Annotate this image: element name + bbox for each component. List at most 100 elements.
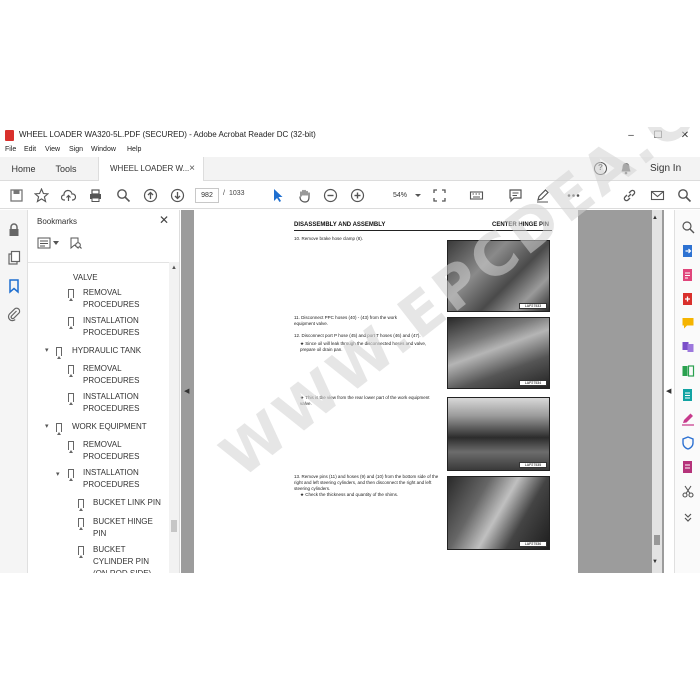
- collapse-right-panel-icon[interactable]: ◀: [666, 387, 671, 395]
- bookmark-icon: [68, 393, 74, 405]
- scan-ocr-icon[interactable]: [681, 388, 695, 402]
- expand-chevron-icon[interactable]: ▾: [56, 470, 60, 478]
- share-link-icon[interactable]: [622, 188, 637, 203]
- comment-icon[interactable]: [508, 188, 523, 203]
- bookmark-work-equipment[interactable]: WORK EQUIPMENT: [72, 421, 147, 433]
- select-cursor-icon[interactable]: [270, 188, 285, 203]
- menu-help[interactable]: Help: [127, 146, 141, 153]
- bookmark-removal-procedures[interactable]: REMOVAL PROCEDURES: [83, 363, 163, 387]
- page-scroll-up-icon[interactable]: ▲: [652, 215, 658, 221]
- tab-document[interactable]: WHEEL LOADER W... ×: [98, 157, 204, 181]
- hand-tool-icon[interactable]: [297, 188, 312, 203]
- expand-chevron-icon[interactable]: ▾: [45, 346, 49, 354]
- tab-bar: Home Tools WHEEL LOADER W... × ? Sign In: [0, 157, 700, 181]
- menu-sign[interactable]: Sign: [69, 146, 83, 153]
- menu-view[interactable]: View: [45, 146, 60, 153]
- bookmark-bucket-link-pin[interactable]: BUCKET LINK PIN: [93, 497, 168, 509]
- page-scroll-down-icon[interactable]: ▼: [652, 559, 658, 565]
- bookmark-bucket-cylinder-pin[interactable]: BUCKET CYLINDER PIN (ON ROD SIDE): [93, 544, 165, 573]
- lock-icon[interactable]: [6, 222, 22, 238]
- right-tools-rail: [674, 210, 700, 573]
- prepare-form-icon[interactable]: [681, 460, 695, 474]
- page-scroll-thumb[interactable]: [654, 535, 660, 545]
- step-13-note: ★ Check the thickness and quantity of th…: [300, 492, 399, 497]
- minimize-button[interactable]: –: [618, 128, 644, 143]
- bookmark-removal-procedures[interactable]: REMOVAL PROCEDURES: [83, 439, 163, 463]
- comment-tool-icon[interactable]: [681, 316, 695, 330]
- photo-code: LAP27533: [519, 303, 547, 309]
- email-icon[interactable]: [650, 188, 665, 203]
- attachments-paperclip-icon[interactable]: [6, 306, 22, 322]
- bookmarks-scrollbar[interactable]: ▲: [169, 262, 179, 573]
- bookmark-installation-procedures[interactable]: INSTALLATION PROCEDURES: [83, 315, 163, 339]
- step-12-view-note: ★ This is the view from the rear lower p…: [300, 395, 430, 406]
- bookmark-removal-procedures[interactable]: REMOVAL PROCEDURES: [83, 287, 163, 311]
- sign-in-link[interactable]: Sign In: [650, 163, 681, 174]
- highlight-pen-icon[interactable]: [535, 188, 550, 203]
- protect-shield-icon[interactable]: [681, 436, 695, 450]
- bookmarks-panel-icon[interactable]: [6, 278, 22, 294]
- main-toolbar: 982 / 1033 54%: [0, 182, 700, 209]
- bookmark-options-icon[interactable]: [37, 237, 51, 249]
- help-icon[interactable]: ?: [594, 162, 607, 175]
- create-pdf-icon[interactable]: [681, 292, 695, 306]
- bookmarks-panel: Bookmarks ✕ VALVE REMOVAL PROCEDURES INS…: [28, 210, 180, 573]
- fit-page-icon[interactable]: [432, 188, 447, 203]
- menu-window[interactable]: Window: [91, 146, 116, 153]
- save-icon[interactable]: [9, 188, 24, 203]
- bookmark-icon: [56, 423, 62, 435]
- close-window-button[interactable]: ✕: [672, 128, 698, 143]
- page-thumbnails-icon[interactable]: [6, 250, 22, 266]
- expand-tools-chevron-icon[interactable]: [681, 510, 695, 524]
- page-scrollbar[interactable]: [652, 210, 662, 573]
- zoom-level-select[interactable]: 54%: [380, 188, 420, 203]
- close-bookmarks-icon[interactable]: ✕: [159, 213, 169, 227]
- header-rule: [294, 230, 552, 231]
- photo-steering-cylinder-pins: LAP27536: [447, 476, 550, 550]
- tab-home[interactable]: Home: [0, 157, 47, 181]
- zoom-out-icon[interactable]: [323, 188, 338, 203]
- upload-cloud-icon[interactable]: [61, 188, 76, 203]
- bookmark-installation-procedures[interactable]: INSTALLATION PROCEDURES: [83, 391, 163, 415]
- bookmark-icon: [56, 347, 62, 359]
- more-tools-icon[interactable]: [566, 188, 581, 203]
- keyboard-icon[interactable]: [469, 188, 484, 203]
- organize-pages-icon[interactable]: [681, 364, 695, 378]
- close-tab-icon[interactable]: ×: [189, 157, 195, 181]
- bookmarks-scroll-thumb[interactable]: [171, 520, 177, 532]
- search-document-icon[interactable]: [677, 188, 692, 203]
- pdf-page: DISASSEMBLY AND ASSEMBLY CENTER HINGE PI…: [194, 210, 578, 573]
- edit-pdf-icon[interactable]: [681, 268, 695, 282]
- bookmark-bucket-hinge-pin[interactable]: BUCKET HINGE PIN: [93, 516, 165, 540]
- maximize-button[interactable]: ☐: [645, 128, 671, 143]
- menu-edit[interactable]: Edit: [24, 146, 36, 153]
- zoom-search-icon[interactable]: [116, 188, 131, 203]
- previous-page-icon[interactable]: [143, 188, 158, 203]
- page-number-input[interactable]: 982: [195, 188, 219, 203]
- notification-bell-icon[interactable]: [620, 162, 632, 175]
- zoom-dropdown-chevron-icon[interactable]: [415, 194, 421, 197]
- options-dropdown-chevron-icon[interactable]: [53, 241, 59, 246]
- tab-tools[interactable]: Tools: [47, 157, 85, 181]
- next-page-icon[interactable]: [170, 188, 185, 203]
- expand-chevron-icon[interactable]: ▾: [45, 422, 49, 430]
- enhance-scan-icon[interactable]: [681, 220, 695, 234]
- bookmark-valve[interactable]: VALVE: [73, 272, 98, 284]
- bookmark-hydraulic-tank[interactable]: HYDRAULIC TANK: [72, 345, 141, 357]
- bookmark-star-icon[interactable]: [34, 188, 49, 203]
- zoom-in-icon[interactable]: [350, 188, 365, 203]
- combine-files-icon[interactable]: [681, 340, 695, 354]
- scroll-up-arrow-icon[interactable]: ▲: [171, 265, 177, 271]
- collapse-left-panel-icon[interactable]: ◀: [184, 387, 189, 395]
- step-13-text: 13. Remove pins (11) and hoses (9) and (…: [294, 474, 439, 491]
- bookmarks-tree: VALVE REMOVAL PROCEDURES INSTALLATION PR…: [28, 262, 170, 573]
- menu-file[interactable]: File: [5, 146, 16, 153]
- bookmark-icon: [68, 289, 74, 301]
- step-10-text: 10. Remove brake hose clamp (8).: [294, 236, 364, 241]
- export-pdf-icon[interactable]: [681, 244, 695, 258]
- print-icon[interactable]: [88, 188, 103, 203]
- find-bookmark-icon[interactable]: [70, 237, 82, 250]
- bookmark-installation-procedures[interactable]: INSTALLATION PROCEDURES: [83, 467, 163, 491]
- fill-sign-icon[interactable]: [681, 412, 695, 426]
- more-tools-scissors-icon[interactable]: [681, 484, 695, 498]
